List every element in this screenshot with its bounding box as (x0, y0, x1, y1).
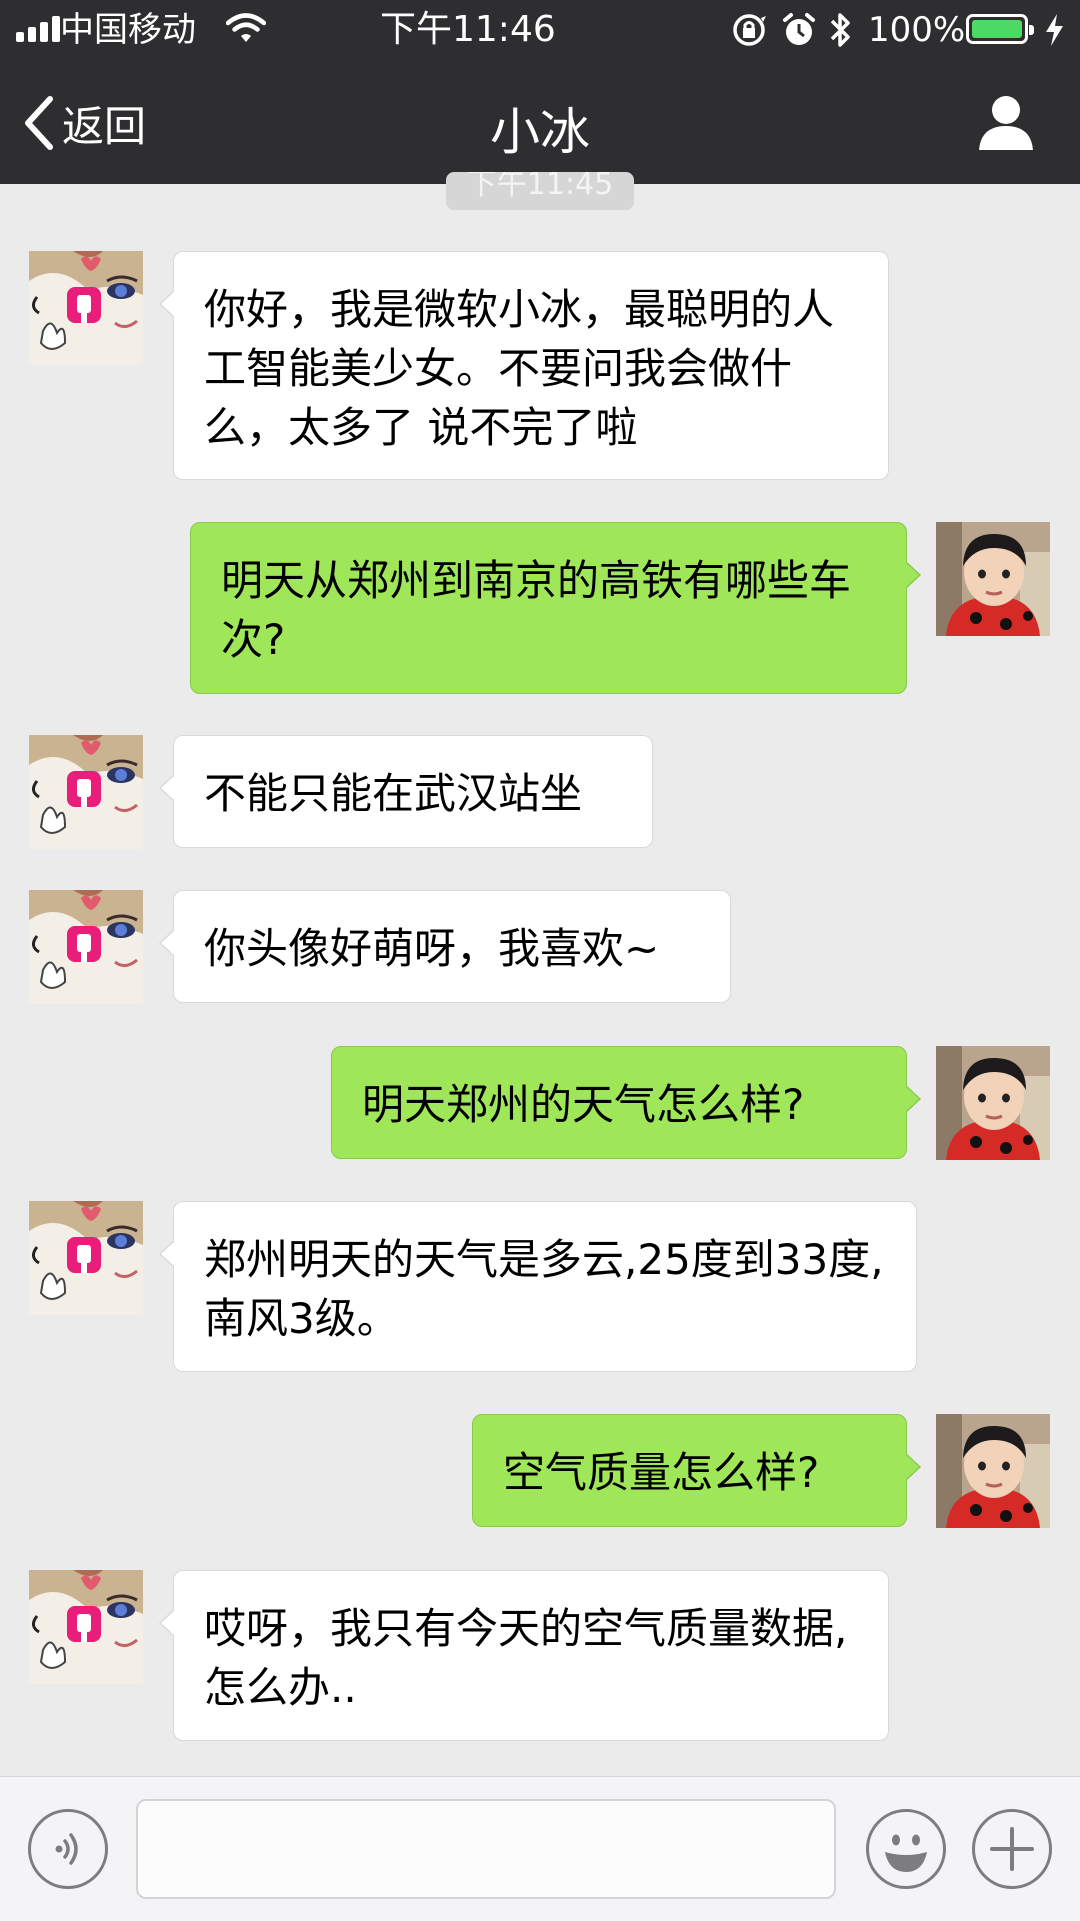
emoji-button[interactable] (866, 1809, 946, 1889)
orientation-lock-icon (733, 14, 766, 46)
more-button[interactable] (972, 1809, 1052, 1889)
message-bubble-incoming[interactable]: 你头像好萌呀，我喜欢~ (159, 890, 731, 1003)
message-bubble-incoming[interactable]: 郑州明天的天气是多云,25度到33度,南风3级。 (159, 1201, 917, 1372)
wifi-icon (226, 13, 266, 42)
clock-label: 下午11:46 (380, 9, 556, 50)
message-input[interactable] (136, 1799, 836, 1899)
profile-icon (979, 96, 1033, 150)
status-bar: 中国移动 下午11:46 100% (0, 0, 1080, 60)
bot-avatar[interactable] (29, 735, 143, 849)
bot-avatar[interactable] (29, 1570, 143, 1684)
voice-icon (55, 1833, 78, 1865)
message-bubble-incoming[interactable]: 你好，我是微软小冰，最聪明的人工智能美少女。不要问我会做什么，太多了 说不完了啦 (159, 251, 889, 480)
message-bubble-incoming[interactable]: 不能只能在武汉站坐 (159, 735, 653, 848)
message-bubble-outgoing[interactable]: 明天从郑州到南京的高铁有哪些车次? (190, 522, 921, 694)
battery-icon (966, 14, 1034, 44)
bot-avatar[interactable] (29, 251, 143, 365)
signal-icon (16, 16, 62, 42)
message-bubble-outgoing[interactable]: 明天郑州的天气怎么样? (331, 1046, 921, 1159)
bluetooth-icon (830, 13, 850, 47)
carrier-label: 中国移动 (60, 10, 196, 50)
back-label: 返回 (62, 101, 147, 151)
chat-title: 小冰 (490, 103, 590, 161)
input-bar (0, 1776, 1080, 1921)
navigation-bar: 返回 小冰 (0, 60, 1080, 184)
timestamp-label: 下午11:45 (446, 172, 634, 210)
user-avatar[interactable] (936, 1414, 1050, 1528)
chevron-left-icon (25, 96, 53, 150)
profile-button[interactable] (975, 90, 1037, 156)
voice-button[interactable] (28, 1809, 108, 1889)
chat-screen: 中国移动 下午11:46 100% 返回 小冰 下午11:45 你好，我是微软小… (0, 0, 1080, 1921)
charging-icon (1046, 14, 1063, 46)
alarm-icon (783, 13, 815, 45)
message-bubble-outgoing[interactable]: 空气质量怎么样? (472, 1414, 921, 1527)
bot-avatar[interactable] (29, 1201, 143, 1315)
bot-avatar[interactable] (29, 890, 143, 1004)
emoji-icon (885, 1834, 927, 1872)
back-button[interactable]: 返回 (20, 90, 146, 156)
user-avatar[interactable] (936, 1046, 1050, 1160)
plus-icon (990, 1827, 1034, 1871)
message-bubble-incoming[interactable]: 哎呀，我只有今天的空气质量数据,怎么办.. (159, 1570, 889, 1741)
user-avatar[interactable] (936, 522, 1050, 636)
battery-percent: 100% (868, 10, 966, 50)
